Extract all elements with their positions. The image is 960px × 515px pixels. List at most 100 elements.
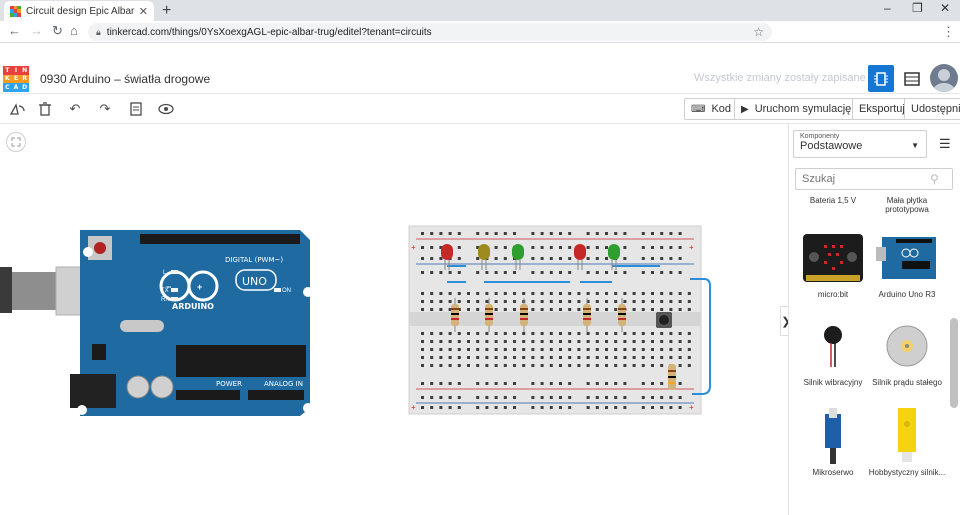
play-icon: ▶	[741, 103, 749, 115]
analog-label: ANALOG IN	[264, 380, 303, 388]
back-icon[interactable]: ←	[8, 23, 21, 38]
close-window-icon[interactable]: ✕	[940, 1, 950, 15]
save-status: Wszystkie zmiany zostały zapisane	[694, 72, 866, 84]
component-arduino-uno[interactable]: Arduino Uno R3	[867, 230, 947, 299]
components-panel: Komponenty Podstawowe ▼ ☰ ⚲ Bateria 1,5 …	[788, 124, 960, 515]
url-bar[interactable]: 🔒︎ tinkercad.com/things/0YsXoexgAGL-epic…	[88, 23, 772, 41]
browser-tabstrip: Circuit design Epic Albar-Trug | T... ✕ …	[0, 0, 960, 21]
power-header	[176, 390, 240, 400]
dc-motor-thumbnail	[875, 318, 939, 374]
component-mini-breadboard[interactable]: Mała płytka prototypowa	[867, 196, 947, 214]
power-label: POWER	[216, 380, 242, 388]
circuit-workspace[interactable]: DIGITAL (PWM~) − + ARDUINO UNO L TX RX O…	[0, 124, 792, 515]
caret-down-icon: ▼	[911, 141, 919, 150]
new-tab-button[interactable]: +	[162, 2, 171, 20]
rx-label: RX	[161, 297, 169, 303]
list-view-icon	[904, 71, 920, 86]
power-jack	[70, 374, 116, 408]
share-button[interactable]: Udostępnij	[904, 98, 960, 120]
gearmotor-thumbnail	[875, 408, 939, 464]
rail-plus-br: +	[689, 403, 694, 412]
microbit-thumbnail	[801, 230, 865, 286]
regulator	[92, 344, 106, 360]
editor-toolbar: ↶ ↷ ⌨ Kod ▶ Uruchom symulację Eksportuj …	[0, 94, 960, 124]
tx-label: TX	[161, 288, 169, 294]
user-avatar[interactable]	[930, 64, 958, 92]
code-button[interactable]: ⌨ Kod	[684, 98, 739, 120]
rotate-icon[interactable]	[8, 100, 26, 118]
tinkercad-favicon	[10, 5, 21, 17]
code-icon: ⌨	[691, 103, 706, 115]
vibration-motor-thumbnail	[801, 318, 865, 374]
share-label: Udostępnij	[911, 103, 960, 115]
visibility-icon[interactable]	[157, 100, 175, 118]
capacitor-2	[150, 375, 174, 399]
list-view-toggle-icon[interactable]: ☰	[939, 136, 951, 152]
component-label: Mikroserwo	[812, 468, 854, 477]
component-label: Mała płytka prototypowa	[885, 196, 929, 214]
circuit-canvas: DIGITAL (PWM~) − + ARDUINO UNO L TX RX O…	[0, 225, 711, 416]
lock-icon: 🔒︎	[96, 26, 101, 37]
atmega-chip	[176, 345, 306, 377]
capacitor-1	[126, 375, 150, 399]
brand-text: ARDUINO	[172, 302, 214, 311]
digital-header	[140, 234, 300, 244]
component-label: Bateria 1,5 V	[809, 196, 857, 205]
rail-plus-tr: +	[689, 243, 694, 252]
rail-plus-bl: +	[411, 403, 416, 412]
delete-icon[interactable]	[36, 100, 54, 118]
breadboard: + + + +	[408, 225, 711, 415]
maximize-icon[interactable]: ❐	[912, 1, 923, 15]
forward-icon[interactable]: →	[30, 23, 43, 38]
code-label: Kod	[711, 103, 732, 115]
start-simulation-button[interactable]: ▶ Uruchom symulację	[734, 98, 859, 120]
component-battery[interactable]: Bateria 1,5 V	[793, 196, 873, 205]
address-bar-row: ← → ↻ ⌂ 🔒︎ tinkercad.com/things/0YsXoexg…	[0, 21, 960, 43]
app-header: TIN KER CAD 0930 Arduino – światła drogo…	[0, 63, 960, 94]
component-hobby-gearmotor[interactable]: Hobbystyczny silnik...	[867, 408, 947, 477]
export-button[interactable]: Eksportuj	[852, 98, 912, 120]
usb-connector	[12, 272, 58, 310]
component-search[interactable]: ⚲	[795, 168, 953, 190]
tab-close-icon[interactable]: ✕	[139, 5, 148, 18]
start-simulation-label: Uruchom symulację	[754, 103, 852, 115]
browser-tab[interactable]: Circuit design Epic Albar-Trug | T... ✕	[4, 1, 154, 21]
components-dropdown[interactable]: Komponenty Podstawowe ▼	[793, 130, 927, 158]
redo-icon[interactable]: ↷	[96, 100, 114, 118]
circuit-view-button[interactable]	[868, 65, 894, 92]
servo-thumbnail	[801, 408, 865, 464]
on-label: ON	[282, 288, 291, 294]
components-dropdown-value: Podstawowe	[800, 140, 863, 152]
component-label: Hobbystyczny silnik...	[868, 468, 946, 477]
url-text: tinkercad.com/things/0YsXoexgAGL-epic-al…	[106, 26, 432, 38]
tab-title: Circuit design Epic Albar-Trug | T...	[26, 5, 135, 17]
rail-plus-tl: +	[411, 243, 416, 252]
component-vibration-motor[interactable]: Silnik wibracyjny	[793, 318, 873, 387]
tinkercad-logo[interactable]: TIN KER CAD	[3, 66, 29, 92]
reload-icon[interactable]: ↻	[52, 23, 63, 39]
digital-label: DIGITAL (PWM~)	[225, 256, 283, 264]
browser-menu-icon[interactable]: ⋮	[942, 24, 955, 40]
notes-icon[interactable]	[127, 100, 145, 118]
arduino-thumbnail	[875, 230, 939, 286]
undo-icon[interactable]: ↶	[66, 100, 84, 118]
export-label: Eksportuj	[859, 103, 905, 115]
minimize-icon[interactable]: –	[884, 1, 891, 15]
component-dc-motor[interactable]: Silnik prądu stałego	[867, 318, 947, 387]
search-input[interactable]	[802, 173, 930, 185]
chip-icon	[874, 71, 888, 86]
home-icon[interactable]: ⌂	[70, 23, 78, 38]
component-label: Silnik prądu stałego	[872, 378, 942, 387]
component-micro-servo[interactable]: Mikroserwo	[793, 408, 873, 477]
panel-scrollbar[interactable]	[950, 318, 958, 408]
search-icon: ⚲	[930, 172, 939, 186]
model-text: UNO	[242, 275, 267, 288]
schematic-view-button[interactable]	[899, 65, 925, 92]
bookmark-star-icon[interactable]: ☆	[753, 25, 764, 39]
analog-header	[248, 390, 304, 400]
project-title[interactable]: 0930 Arduino – światła drogowe	[40, 72, 210, 86]
usb-cable	[0, 267, 12, 313]
component-label: Silnik wibracyjny	[803, 378, 863, 387]
crystal	[120, 320, 164, 332]
component-microbit[interactable]: micro:bit	[793, 230, 873, 299]
